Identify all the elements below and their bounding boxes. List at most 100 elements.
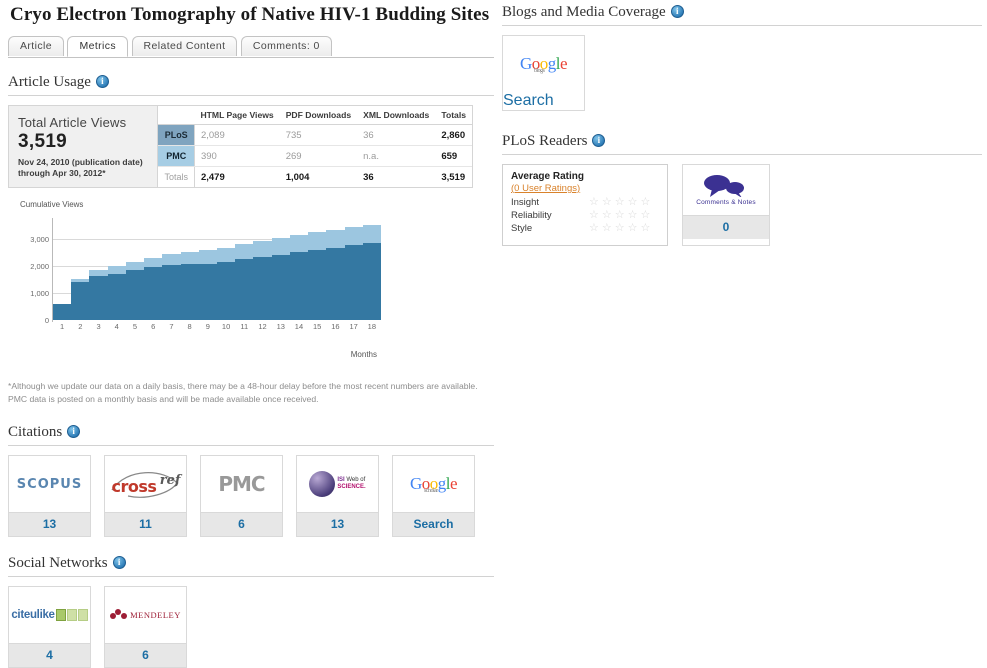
- total-views-daterange: Nov 24, 2010 (publication date) through …: [18, 157, 149, 179]
- cell-plos-totals: 2,860: [435, 124, 472, 146]
- rating-label-insight: Insight: [511, 197, 539, 208]
- chart-x-tick: 11: [240, 322, 249, 331]
- social-count-citeulike[interactable]: 4: [9, 643, 90, 667]
- usage-table: HTML Page Views PDF Downloads XML Downlo…: [158, 106, 472, 187]
- blog-tile-google-blogs[interactable]: Google blogs Search: [502, 35, 585, 111]
- chart-bar: [53, 220, 72, 320]
- info-icon[interactable]: i: [95, 75, 109, 89]
- citeulike-logo: citeulike: [9, 587, 90, 643]
- chart-bar-segment-plos: [362, 242, 381, 320]
- tab-metrics[interactable]: Metrics: [67, 36, 129, 57]
- star-icon[interactable]: ☆: [589, 223, 599, 234]
- info-icon[interactable]: i: [592, 134, 606, 148]
- article-usage-box: Total Article Views 3,519 Nov 24, 2010 (…: [8, 105, 473, 188]
- mendeley-dots-icon: [110, 609, 128, 621]
- chart-bar: [362, 220, 381, 320]
- citation-tile-scopus[interactable]: SCOPUS 13: [8, 455, 91, 537]
- daterange-line-1: Nov 24, 2010 (publication date): [18, 157, 143, 167]
- citation-tile-pmc[interactable]: PMC 6: [200, 455, 283, 537]
- star-icon[interactable]: ☆: [641, 223, 651, 234]
- info-icon[interactable]: i: [112, 556, 126, 570]
- section-plos-readers: PLoS Readers i Average Rating (0 User Rat…: [502, 133, 982, 246]
- google-scholar-search-button[interactable]: Search: [393, 512, 474, 536]
- chart-x-tick: 15: [313, 322, 322, 331]
- cell-totals-xml: 36: [363, 171, 374, 183]
- table-header-row: HTML Page Views PDF Downloads XML Downlo…: [158, 106, 472, 125]
- chart-x-tick: 14: [294, 322, 304, 331]
- chart-bar-segment-plos: [180, 264, 199, 320]
- star-icon[interactable]: ☆: [589, 197, 599, 208]
- star-rating-insight[interactable]: ☆ ☆ ☆ ☆ ☆: [589, 197, 650, 208]
- chart-bar: [107, 220, 126, 320]
- google-blogs-search-button[interactable]: Search: [503, 92, 584, 110]
- chart-x-tick: 8: [187, 322, 192, 331]
- citation-count-pmc[interactable]: 6: [201, 512, 282, 536]
- chart-x-tick: 5: [132, 322, 138, 331]
- citation-tile-crossref[interactable]: cross ref 11: [104, 455, 187, 537]
- star-rating-style[interactable]: ☆ ☆ ☆ ☆ ☆: [589, 223, 650, 234]
- star-icon[interactable]: ☆: [641, 197, 651, 208]
- isi-abbrev: ISI: [337, 477, 345, 483]
- y-axis-label-text: Cumulative Views: [20, 200, 84, 209]
- total-views-panel: Total Article Views 3,519 Nov 24, 2010 (…: [9, 106, 159, 187]
- chart-bars: [53, 220, 381, 320]
- cell-totals-pdf: 1,004: [285, 171, 310, 183]
- col-header-blank: [158, 106, 195, 125]
- chart-bar-segment-plos: [125, 270, 145, 320]
- rating-label-style: Style: [511, 223, 533, 234]
- user-ratings-link[interactable]: (0 User Ratings): [511, 183, 659, 194]
- col-header-xml-downloads: XML Downloads: [357, 106, 436, 125]
- chart-x-tick: 4: [114, 322, 119, 331]
- comments-notes-tile[interactable]: Comments & Notes 0: [682, 164, 770, 246]
- tab-article[interactable]: Article: [8, 36, 64, 56]
- star-icon[interactable]: ☆: [641, 210, 651, 221]
- total-views-label: Total Article Views: [18, 115, 127, 130]
- star-icon[interactable]: ☆: [602, 210, 612, 221]
- scopus-logo-text: SCOPUS: [16, 476, 83, 492]
- citation-tile-isi-web-of-science[interactable]: ISI Web of SCIENCE. 13: [296, 455, 379, 537]
- social-count-mendeley[interactable]: 6: [105, 643, 186, 667]
- star-icon[interactable]: ☆: [628, 223, 638, 234]
- average-rating-title: Average Rating: [511, 171, 584, 182]
- citation-tile-google-scholar[interactable]: Google scholar Search: [392, 455, 475, 537]
- social-tile-mendeley[interactable]: MENDELEY 6: [104, 586, 187, 668]
- chart-bar-segment-plos: [162, 265, 181, 320]
- citeulike-square-icon: [77, 609, 88, 621]
- col-header-pdf-downloads: PDF Downloads: [279, 106, 358, 125]
- chart-x-tick: 6: [151, 322, 156, 331]
- comments-notes-count[interactable]: 0: [683, 215, 769, 239]
- star-icon[interactable]: ☆: [615, 210, 625, 221]
- crossref-ref-text: ref: [159, 473, 181, 488]
- citation-count-isi[interactable]: 13: [297, 512, 378, 536]
- star-icon[interactable]: ☆: [615, 223, 625, 234]
- citation-count-scopus[interactable]: 13: [9, 512, 90, 536]
- star-icon[interactable]: ☆: [602, 223, 612, 234]
- chart-bar: [144, 220, 163, 320]
- chart-bar-segment-pmc: [253, 240, 272, 257]
- table-row: Totals 2,479 1,004 36 3,519: [158, 166, 472, 187]
- chart-bar-segment-pmc: [198, 250, 217, 264]
- chart-y-tick: 2,000: [30, 261, 49, 271]
- star-icon[interactable]: ☆: [615, 197, 625, 208]
- chart-bar: [198, 220, 217, 320]
- chart-x-tick: 10: [221, 322, 231, 331]
- chart-bar-segment-pmc: [344, 226, 363, 245]
- tab-comments[interactable]: Comments: 0: [240, 36, 332, 56]
- chart-y-tick: 1,000: [30, 288, 49, 298]
- info-icon[interactable]: i: [670, 5, 684, 19]
- info-icon[interactable]: i: [67, 425, 81, 439]
- citeulike-square-icon: [55, 609, 66, 621]
- speech-bubble-tails-icon: [710, 188, 742, 197]
- star-icon[interactable]: ☆: [602, 197, 612, 208]
- star-icon[interactable]: ☆: [628, 210, 638, 221]
- star-rating-reliability[interactable]: ☆ ☆ ☆ ☆ ☆: [589, 210, 650, 221]
- chart-bar: [326, 220, 345, 320]
- citation-count-crossref[interactable]: 11: [105, 512, 186, 536]
- tab-related-content[interactable]: Related Content: [131, 36, 238, 56]
- rating-row-reliability: Reliability ☆ ☆ ☆ ☆ ☆: [511, 210, 659, 222]
- star-icon[interactable]: ☆: [628, 197, 638, 208]
- google-blogs-logo: Google blogs: [503, 36, 584, 92]
- star-icon[interactable]: ☆: [589, 210, 599, 221]
- chart-bar: [344, 220, 363, 320]
- social-tile-citeulike[interactable]: citeulike 4: [8, 586, 91, 668]
